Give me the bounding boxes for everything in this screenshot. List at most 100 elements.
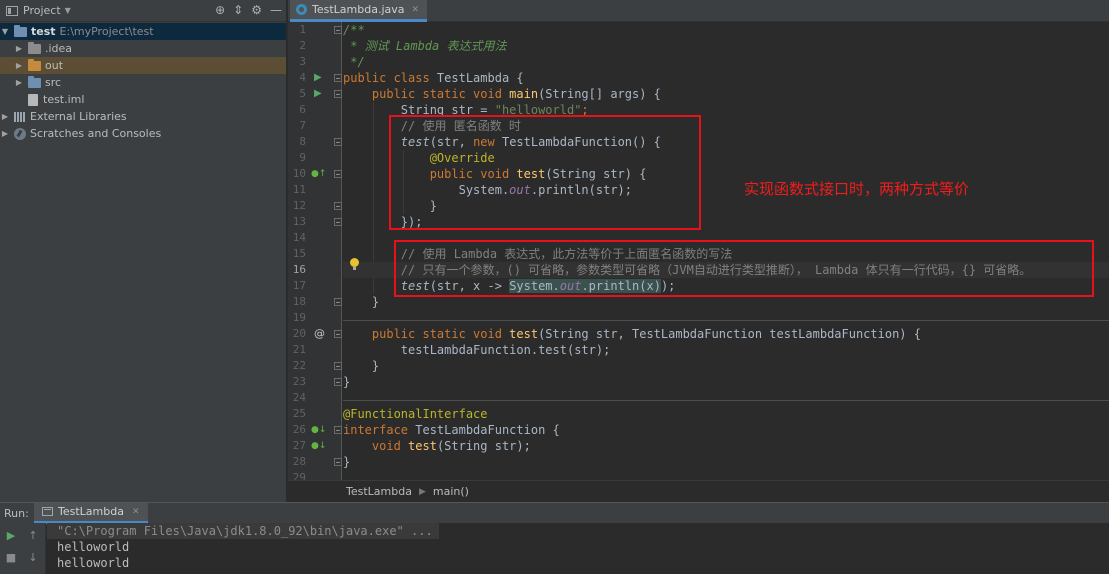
expand-arrow-icon[interactable]: ▼	[0, 27, 10, 36]
line-number: 20	[292, 327, 306, 340]
line-number: 6	[299, 103, 306, 116]
tree-item-label: test	[31, 25, 56, 38]
fold-marker-icon[interactable]	[334, 218, 342, 226]
code-line-4: public class TestLambda {	[343, 71, 524, 85]
line-number: 26	[292, 423, 306, 436]
run-tab-testlambda[interactable]: TestLambda ✕	[34, 502, 148, 524]
java-class-icon	[296, 4, 307, 15]
fold-marker-icon[interactable]	[334, 170, 342, 178]
tree-item-src[interactable]: ▶ src	[0, 74, 286, 91]
expand-arrow-icon[interactable]: ▶	[14, 78, 24, 87]
expand-arrow-icon[interactable]: ▶	[14, 44, 24, 53]
fold-marker-icon[interactable]	[334, 298, 342, 306]
code-line-20: public static void test(String str, Test…	[343, 327, 921, 341]
console-line-output: helloworld	[57, 540, 130, 554]
code-line-21: testLambdaFunction.test(str);	[343, 343, 611, 357]
line-number: 23	[292, 375, 306, 388]
fold-marker-icon[interactable]	[334, 378, 342, 386]
lambda-highlight-box	[394, 240, 1094, 297]
tree-item-test[interactable]: ▼ test E:\myProject\test	[0, 23, 286, 40]
tree-item-label: Scratches and Consoles	[30, 127, 162, 140]
line-number: 4	[299, 71, 306, 84]
run-class-icon[interactable]: ▶	[314, 70, 322, 86]
line-number: 14	[292, 231, 306, 244]
library-icon	[14, 111, 26, 122]
chevron-down-icon[interactable]: ▼	[65, 6, 71, 15]
code-line-26: interface TestLambdaFunction {	[343, 423, 560, 437]
recursive-call-icon[interactable]: @	[314, 326, 325, 342]
line-number: 8	[299, 135, 306, 148]
tree-item-external-libraries[interactable]: ▶ External Libraries	[0, 108, 286, 125]
hide-panel-icon[interactable]: —	[270, 3, 282, 17]
folder-icon	[28, 41, 41, 54]
scroll-up-icon[interactable]: ↑	[26, 529, 40, 543]
tree-item-test-iml[interactable]: test.iml	[0, 91, 286, 108]
project-panel-title[interactable]: Project	[23, 4, 61, 17]
implements-icon[interactable]: ●↑	[311, 166, 326, 182]
tree-item-scratches[interactable]: ▶ Scratches and Consoles	[0, 125, 286, 142]
fold-marker-icon[interactable]	[334, 362, 342, 370]
tree-item-label: .idea	[45, 42, 73, 55]
code-line-1: /**	[343, 23, 365, 37]
expand-arrow-icon[interactable]: ▶	[0, 129, 10, 138]
scroll-down-icon[interactable]: ↓	[26, 551, 40, 565]
line-number: 17	[292, 279, 306, 292]
stop-icon[interactable]: ■	[4, 551, 18, 565]
fold-marker-icon[interactable]	[334, 138, 342, 146]
method-separator	[343, 400, 1109, 401]
expand-arrow-icon[interactable]: ▶	[14, 61, 24, 70]
breadcrumb-item-class[interactable]: TestLambda	[346, 485, 412, 498]
run-panel-header: Run: TestLambda ✕	[0, 502, 1109, 524]
gear-icon[interactable]: ⚙	[251, 3, 262, 17]
tree-item-label: test.iml	[43, 93, 85, 106]
rerun-icon[interactable]: ▶	[4, 529, 18, 543]
code-line-5: public static void main(String[] args) {	[343, 87, 661, 101]
fold-marker-icon[interactable]	[334, 330, 342, 338]
line-number: 1	[299, 23, 306, 36]
line-number: 2	[299, 39, 306, 52]
fold-marker-icon[interactable]	[334, 26, 342, 34]
lightbulb-icon[interactable]	[350, 258, 359, 270]
collapse-all-icon[interactable]: ⇕	[233, 3, 243, 17]
fold-marker-icon[interactable]	[334, 90, 342, 98]
fold-marker-icon[interactable]	[334, 458, 342, 466]
tree-item-label: External Libraries	[30, 110, 127, 123]
locate-icon[interactable]: ⊕	[215, 3, 225, 17]
console-output[interactable]: "C:\Program Files\Java\jdk1.8.0_92\bin\j…	[47, 523, 1109, 574]
line-number: 24	[292, 391, 306, 404]
code-line-28: }	[343, 455, 351, 469]
line-number: 15	[292, 247, 306, 260]
console-icon	[42, 507, 53, 516]
line-number: 3	[299, 55, 306, 68]
console-line-command: "C:\Program Files\Java\jdk1.8.0_92\bin\j…	[47, 523, 439, 539]
code-line-23: }	[343, 375, 351, 389]
annotation-text: 实现函数式接口时，两种方式等价	[744, 180, 970, 198]
scratches-icon	[14, 127, 26, 140]
anonymous-class-highlight-box	[389, 115, 701, 230]
implemented-method-icon[interactable]: ●↓	[311, 438, 326, 454]
chevron-right-icon: ▶	[418, 486, 426, 497]
line-number: 11	[292, 183, 306, 196]
implemented-icon[interactable]: ●↓	[311, 422, 326, 438]
source-folder-icon	[28, 75, 41, 88]
close-icon[interactable]: ✕	[412, 5, 420, 15]
line-number: 21	[292, 343, 306, 356]
editor-tab-testlambda[interactable]: TestLambda.java ✕	[290, 0, 428, 22]
tree-item-idea[interactable]: ▶ .idea	[0, 40, 286, 57]
breadcrumb: TestLambda ▶ main()	[288, 480, 1109, 502]
breadcrumb-item-method[interactable]: main()	[433, 485, 469, 498]
project-panel-toolbar: ⊕ ⇕ ⚙ —	[215, 3, 282, 17]
module-folder-icon	[14, 24, 27, 37]
run-toolbar: ▶ ↑ ■ ↓	[0, 523, 46, 574]
fold-marker-icon[interactable]	[334, 426, 342, 434]
line-number: 12	[292, 199, 306, 212]
fold-marker-icon[interactable]	[334, 202, 342, 210]
expand-arrow-icon[interactable]: ▶	[0, 112, 10, 121]
tree-item-out[interactable]: ▶ out	[0, 57, 286, 74]
file-icon	[28, 93, 38, 106]
run-main-icon[interactable]: ▶	[314, 86, 322, 102]
fold-marker-icon[interactable]	[334, 74, 342, 82]
project-panel-header: Project ▼ ⊕ ⇕ ⚙ —	[0, 0, 286, 22]
editor-gutter: 1 2 3 4 5 6 7 8 9 10 11 12 13 14 15 16 17 18 19 20 21 22 23 24 2…	[288, 22, 342, 484]
close-icon[interactable]: ✕	[132, 507, 140, 517]
